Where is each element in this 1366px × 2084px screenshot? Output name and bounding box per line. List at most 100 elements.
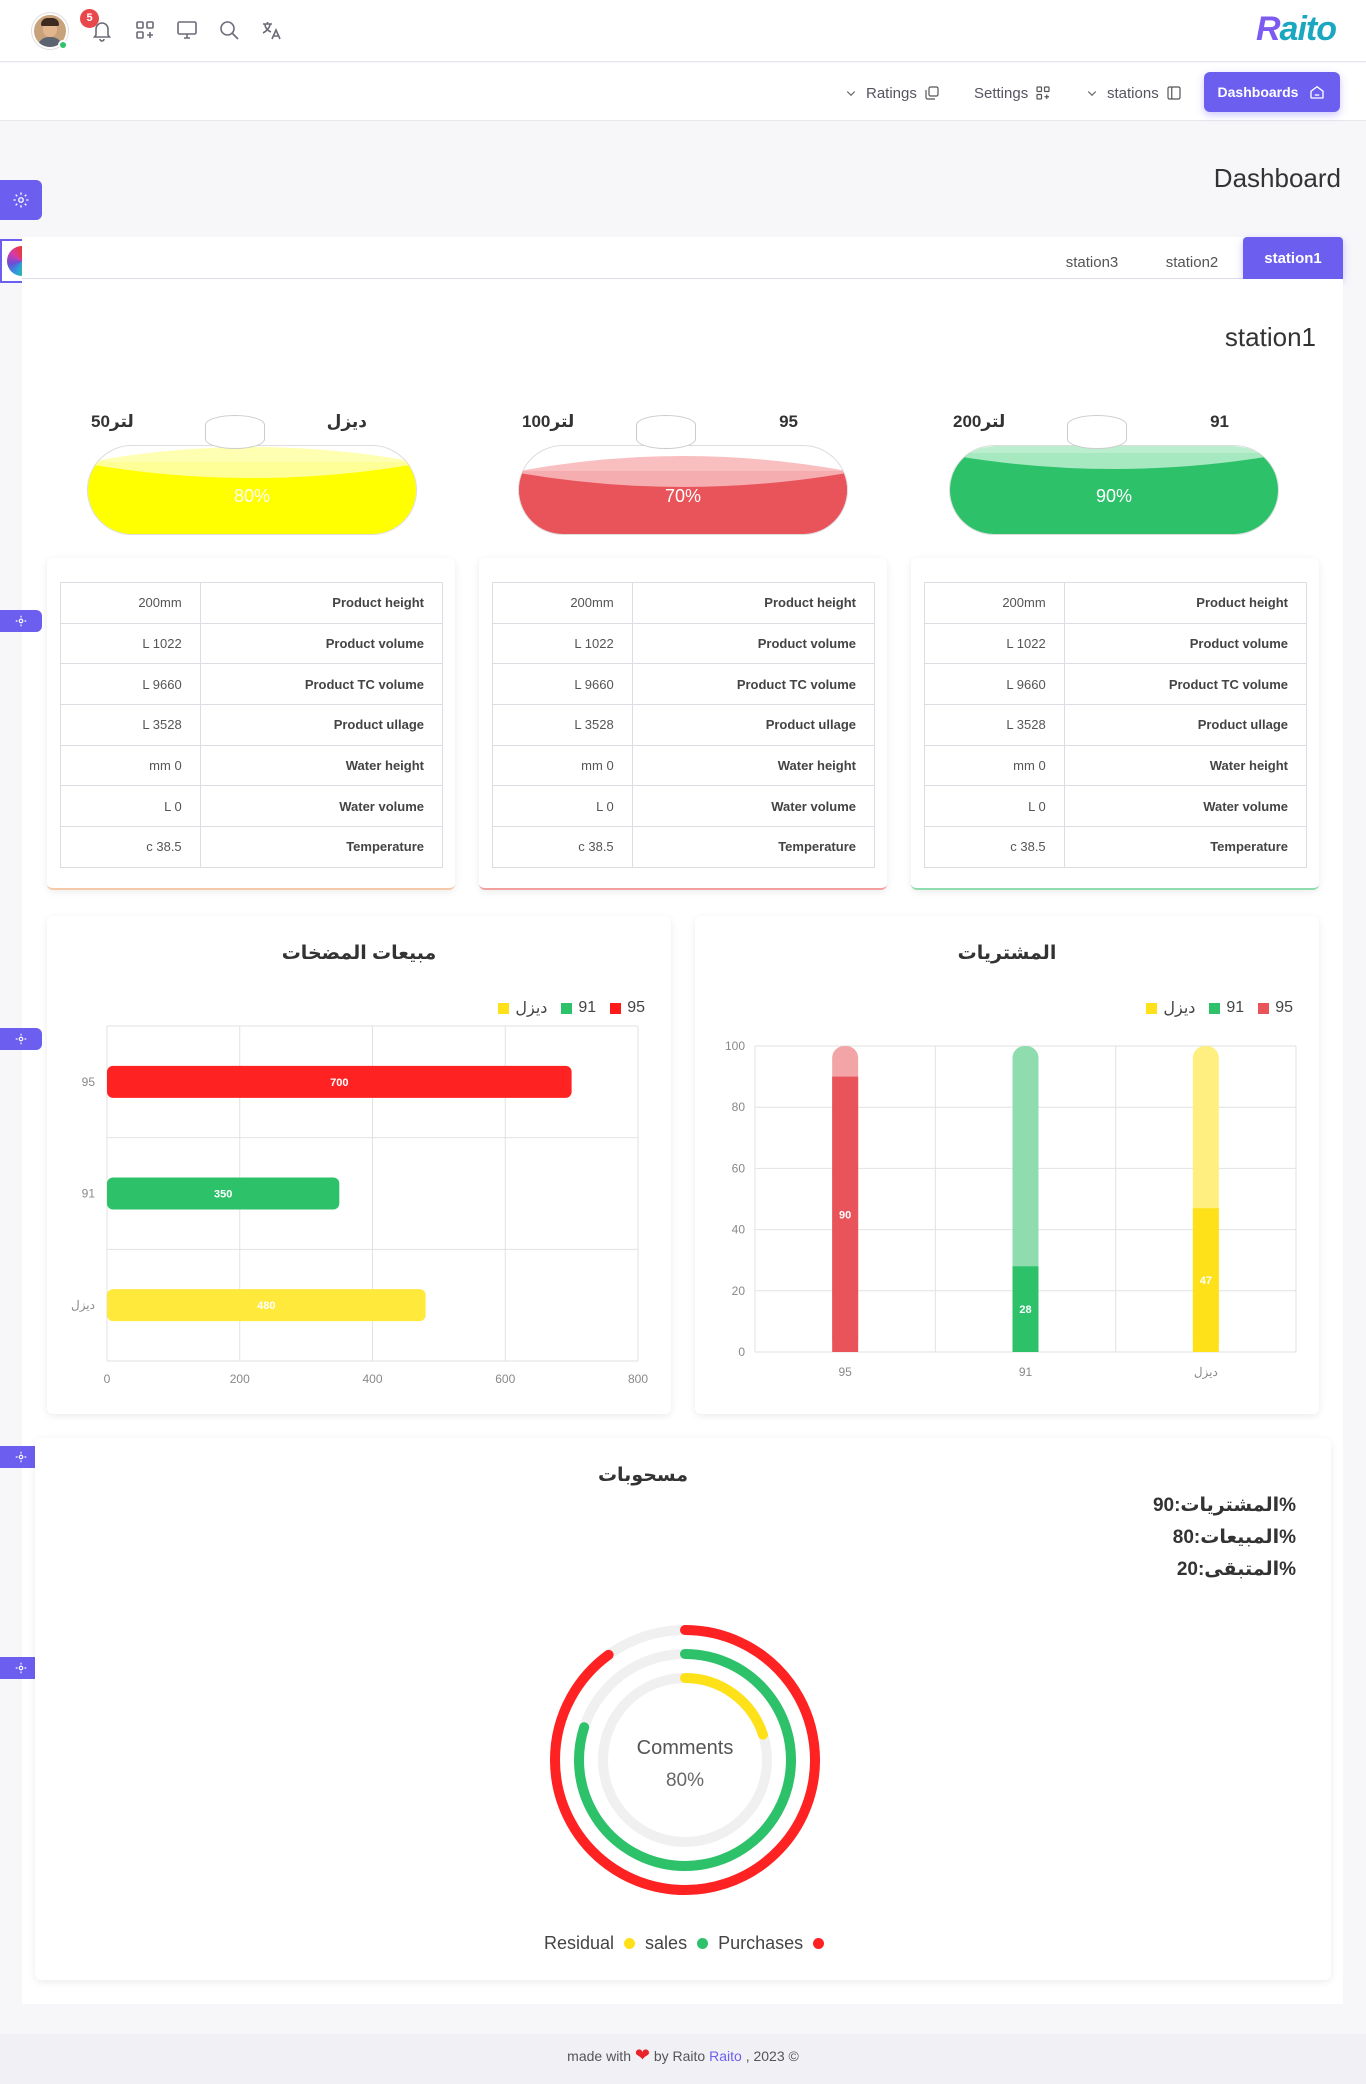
stat-remaining: المتبقى:20%	[1176, 1559, 1296, 1580]
tank-fuel-label: 95	[779, 412, 798, 431]
info-value: L 9660	[924, 663, 1065, 706]
nav-settings[interactable]: Settings	[974, 82, 1052, 104]
legend-label: Residual	[544, 1933, 615, 1953]
nav-ratings[interactable]: Ratings	[842, 82, 941, 104]
page-title: Dashboard	[1213, 163, 1341, 193]
info-row: mm 0 Water height	[492, 744, 876, 787]
pump-sales-chart-card: مبيعات المضخات ديزل 91 95 0 200 400 600 800 9…	[47, 916, 671, 1414]
info-value: L 0	[60, 785, 201, 828]
info-value: 200mm	[924, 582, 1065, 624]
tank-info-table: 200mm Product height L 1022 Product volume L…	[492, 582, 876, 868]
tab-station3[interactable]: station3	[1052, 245, 1132, 279]
info-label: Product volume	[199, 622, 444, 665]
tank-body: 90%	[949, 445, 1279, 535]
home-icon	[1310, 85, 1325, 99]
notification-badge: 5	[80, 9, 99, 28]
info-label: Product volume	[1063, 622, 1308, 665]
nav-dashboards-button[interactable]: Dashboards	[1204, 72, 1340, 112]
translate-icon[interactable]	[259, 18, 283, 42]
tank-fuel-label: 91	[1210, 412, 1229, 431]
info-value: mm 0	[492, 744, 633, 787]
gear-icon	[15, 615, 27, 627]
y-tick-label: 100	[725, 1039, 745, 1053]
purchases-chart: 0 20 40 60 80 100 90 95 28 91 47 ديزل	[725, 1039, 1297, 1379]
bar-value-label: 47	[1200, 1275, 1212, 1287]
info-row: L 9660 Product TC volume	[924, 663, 1308, 706]
info-label: Product ullage	[1063, 704, 1308, 746]
info-row: L 9660 Product TC volume	[60, 663, 444, 706]
bar-value-label: 28	[1019, 1304, 1031, 1316]
settings-gear-button[interactable]	[0, 1028, 42, 1050]
copy-icon	[925, 86, 939, 100]
tank-capacity: 100لتر	[522, 412, 575, 431]
nav-settings-label: Settings	[974, 84, 1029, 102]
info-value: L 1022	[924, 622, 1065, 665]
bar-value-label: 700	[330, 1077, 348, 1089]
info-value: 200mm	[60, 582, 201, 624]
info-label: Water height	[1063, 744, 1308, 787]
stat-sales: المبيعات:80%	[1172, 1527, 1296, 1548]
apps-icon[interactable]	[133, 18, 157, 42]
tank-wave	[950, 446, 1278, 477]
info-label: Temperature	[199, 826, 444, 868]
tank-cap	[205, 415, 265, 449]
online-status-dot	[58, 40, 68, 50]
settings-gear-button[interactable]	[0, 180, 42, 220]
tab-station2[interactable]: station2	[1152, 245, 1232, 279]
nav-dashboards-label: Dashboards	[1217, 84, 1299, 100]
info-row: L 3528 Product ullage	[924, 704, 1308, 746]
tank-diesel: 50لتر ديزل 80%	[65, 400, 417, 540]
tank-percent: 70%	[664, 486, 702, 506]
info-value: L 0	[924, 785, 1065, 828]
tab-station1[interactable]: station1	[1243, 237, 1343, 279]
tank-info-table: 200mm Product height L 1022 Product volume L…	[924, 582, 1308, 868]
info-label: Product TC volume	[199, 663, 444, 706]
y-tick-label: 95	[82, 1075, 96, 1089]
info-value: c 38.5	[60, 826, 201, 868]
purchases-chart-card: المشتريات ديزل 91 95 0 20 40 60 80 100 90 95 28 9…	[695, 916, 1319, 1414]
nav-stations[interactable]: stations	[1083, 82, 1183, 104]
legend-label: sales	[645, 1933, 688, 1953]
tank-capacity: 50لتر	[91, 412, 134, 431]
nav-ratings-label: Ratings	[866, 84, 917, 102]
tank-body: 70%	[518, 445, 848, 535]
radial-arc	[680, 1673, 768, 1740]
footer-link[interactable]: Raito	[709, 2048, 742, 2064]
x-tick-label: 91	[1019, 1365, 1033, 1379]
info-value: L 1022	[492, 622, 633, 665]
info-label: Product ullage	[199, 704, 444, 746]
bar-value-label: 90	[839, 1209, 851, 1221]
info-row: mm 0 Water height	[60, 744, 444, 787]
gear-icon	[15, 1033, 27, 1045]
monitor-icon[interactable]	[175, 18, 199, 42]
pump-sales-chart: 0 200 400 600 800 95 700 91 350 ديزل 480	[71, 1025, 648, 1386]
settings-gear-button[interactable]	[0, 610, 42, 632]
top-bar: 5 Raito	[0, 0, 1366, 62]
tank-info-card: 200mm Product height L 1022 Product volume L…	[911, 558, 1319, 890]
info-row: L 0 Water volume	[492, 785, 876, 828]
withdrawal-stats: المشتريات:90% المبيعات:80% المتبقى:20%	[1153, 1490, 1296, 1586]
info-value: c 38.5	[492, 826, 633, 868]
brand-logo[interactable]: Raito	[1256, 10, 1337, 50]
tank-95: 100لتر 95 70%	[496, 400, 848, 540]
info-label: Temperature	[1063, 826, 1308, 868]
radial-arc	[550, 1625, 820, 1895]
info-row: c 38.5 Temperature	[492, 826, 876, 868]
info-label: Product TC volume	[631, 663, 876, 706]
info-value: L 0	[492, 785, 633, 828]
info-label: Product ullage	[631, 704, 876, 746]
search-icon[interactable]	[217, 18, 241, 42]
info-value: L 3528	[924, 704, 1065, 746]
tank-fuel-label: ديزل	[326, 412, 367, 431]
info-value: L 3528	[492, 704, 633, 746]
withdrawals-chart-card: مسحوبات Comments 80%	[35, 1438, 1331, 1980]
tank-wave	[88, 447, 416, 486]
info-row: 200mm Product height	[924, 582, 1308, 624]
footer: made with ❤ by Raito Raito , 2023 ©	[0, 2034, 1366, 2084]
tank-info-card: 200mm Product height L 1022 Product volume L…	[47, 558, 455, 890]
x-tick-label: 800	[628, 1372, 648, 1386]
station-title: station1	[1224, 322, 1316, 352]
info-row: L 1022 Product volume	[492, 622, 876, 665]
apps-add-icon	[1036, 86, 1050, 100]
station-tabs: station3 station2 station1	[22, 237, 1343, 279]
